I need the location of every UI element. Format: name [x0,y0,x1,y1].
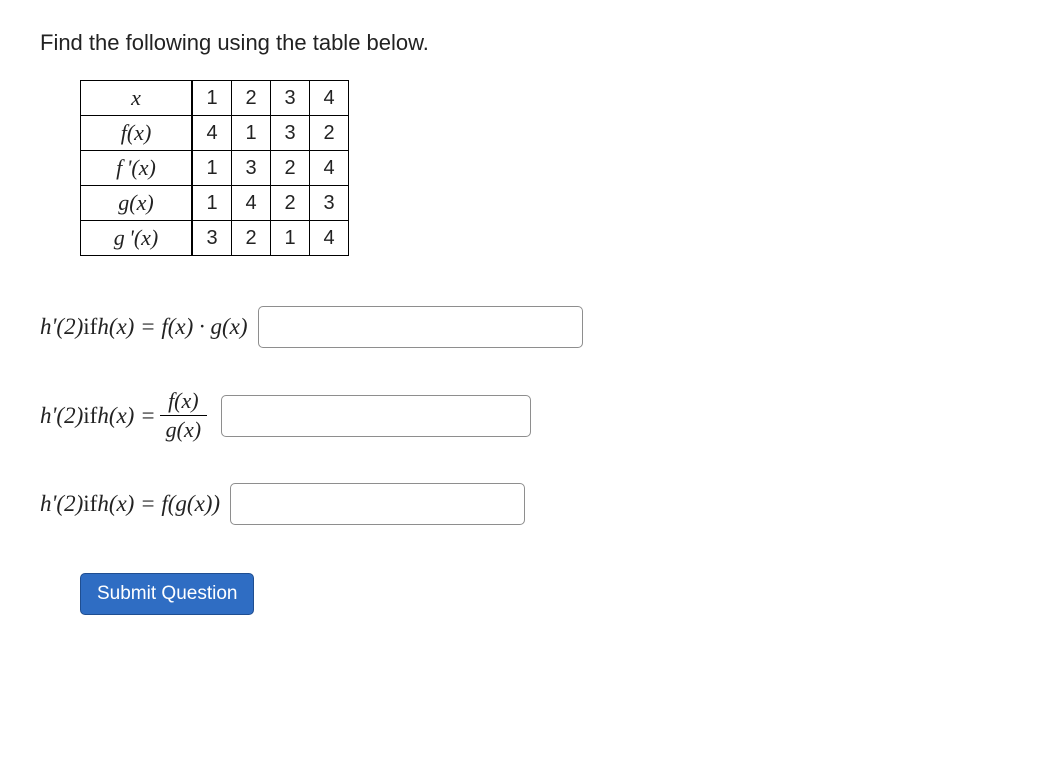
row-label: f '(x) [81,151,193,186]
cell: 2 [271,186,310,221]
hdef-expr: h(x) = f(g(x)) [97,491,220,517]
cell: 2 [271,151,310,186]
cell: 3 [232,151,271,186]
cell: 2 [232,81,271,116]
hprime-expr: h'(2) [40,314,83,340]
cell: 4 [310,81,349,116]
cell: 1 [192,151,232,186]
row-label: x [81,81,193,116]
table-row: x 1 2 3 4 [81,81,349,116]
answer-input-3[interactable] [230,483,525,525]
cell: 4 [192,116,232,151]
table-row: g(x) 1 4 2 3 [81,186,349,221]
table-row: f(x) 4 1 3 2 [81,116,349,151]
hdef-prefix: h(x) = [97,403,155,429]
values-table-wrap: x 1 2 3 4 f(x) 4 1 3 2 f '(x) 1 3 2 4 g(… [80,80,1000,256]
table-row: f '(x) 1 3 2 4 [81,151,349,186]
table-row: g '(x) 3 2 1 4 [81,221,349,256]
cell: 1 [192,186,232,221]
cell: 1 [232,116,271,151]
question-quotient-rule: h'(2) if h(x) = f(x) g(x) [40,388,1000,443]
submit-button[interactable]: Submit Question [80,573,254,615]
question-label: h'(2) if h(x) = f(x) · g(x) [40,314,248,340]
cell: 4 [310,221,349,256]
cell: 3 [192,221,232,256]
row-label: g '(x) [81,221,193,256]
hprime-expr: h'(2) [40,403,83,429]
hprime-expr: h'(2) [40,491,83,517]
fraction-numerator: f(x) [162,388,205,415]
if-text: if [83,491,97,517]
answer-input-2[interactable] [221,395,531,437]
cell: 2 [310,116,349,151]
answer-input-1[interactable] [258,306,583,348]
values-table: x 1 2 3 4 f(x) 4 1 3 2 f '(x) 1 3 2 4 g(… [80,80,349,256]
cell: 1 [192,81,232,116]
cell: 4 [232,186,271,221]
hdef-expr: h(x) = f(x) · g(x) [97,314,247,340]
fraction-denominator: g(x) [160,415,207,443]
question-chain-rule: h'(2) if h(x) = f(g(x)) [40,483,1000,525]
cell: 1 [271,221,310,256]
if-text: if [83,314,97,340]
cell: 3 [271,81,310,116]
question-product-rule: h'(2) if h(x) = f(x) · g(x) [40,306,1000,348]
cell: 3 [271,116,310,151]
row-label: g(x) [81,186,193,221]
instruction-text: Find the following using the table below… [40,30,1000,56]
cell: 2 [232,221,271,256]
if-text: if [83,403,97,429]
question-label: h'(2) if h(x) = f(g(x)) [40,491,220,517]
row-label: f(x) [81,116,193,151]
fraction: f(x) g(x) [160,388,207,443]
cell: 3 [310,186,349,221]
cell: 4 [310,151,349,186]
question-label: h'(2) if h(x) = f(x) g(x) [40,388,211,443]
